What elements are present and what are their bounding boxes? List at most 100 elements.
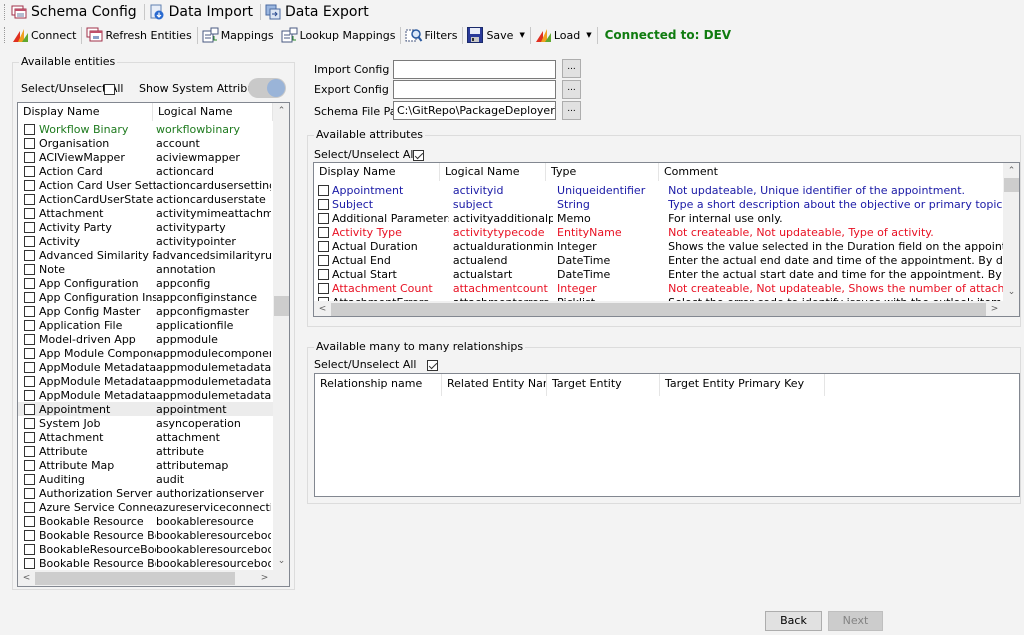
tab-data-import[interactable]: Data Import xyxy=(147,2,258,22)
entity-checkbox[interactable] xyxy=(24,291,35,303)
schema-file-browse-button[interactable]: ... xyxy=(562,101,581,120)
entity-checkbox[interactable] xyxy=(24,249,35,261)
attribute-checkbox[interactable] xyxy=(318,212,329,224)
entity-row[interactable]: AppModule Metadata As...appmodulemetadat… xyxy=(18,388,273,402)
entity-row[interactable]: Attribute Map attributemap xyxy=(18,458,273,472)
attribute-checkbox[interactable] xyxy=(318,226,329,238)
entity-checkbox[interactable] xyxy=(24,501,35,513)
entity-row[interactable]: Bookable Resource Book...bookableresourc… xyxy=(18,556,273,570)
entity-row[interactable]: Advanced Similarity Ruleadvancedsimilari… xyxy=(18,248,273,262)
entity-checkbox[interactable] xyxy=(24,431,35,443)
entity-checkbox[interactable] xyxy=(24,389,35,401)
entity-checkbox[interactable] xyxy=(24,333,35,345)
entity-checkbox[interactable] xyxy=(24,165,35,177)
entity-checkbox[interactable] xyxy=(24,305,35,317)
entity-checkbox[interactable] xyxy=(24,207,35,219)
attribute-checkbox[interactable] xyxy=(318,268,329,280)
scroll-left-icon[interactable]: < xyxy=(18,570,35,586)
entity-checkbox[interactable] xyxy=(24,403,35,415)
entity-checkbox[interactable] xyxy=(24,445,35,457)
column-header-display-name[interactable]: Display Name xyxy=(18,103,153,121)
column-header-display-name[interactable]: Display Name xyxy=(314,163,440,181)
attribute-row[interactable]: Appointment activityid Uniqueidentifier Not… xyxy=(314,183,1003,197)
entities-scroll-thumb[interactable] xyxy=(274,296,289,316)
entities-horizontal-scrollbar[interactable]: < > xyxy=(18,570,273,586)
scroll-down-icon[interactable]: ⌄ xyxy=(273,553,289,570)
entity-row[interactable]: Attachment activitymimeattachment xyxy=(18,206,273,220)
column-header-target-entity[interactable]: Target Entity xyxy=(547,374,660,396)
load-dropdown-button[interactable]: Load ▼ xyxy=(532,25,596,45)
filters-button[interactable]: Filters xyxy=(402,25,461,45)
entity-row[interactable]: Organisation account xyxy=(18,136,273,150)
entity-row[interactable]: Attachment attachment xyxy=(18,430,273,444)
entity-checkbox[interactable] xyxy=(24,487,35,499)
relationships-select-all-checkbox[interactable] xyxy=(427,359,438,371)
back-button[interactable]: Back xyxy=(765,611,822,631)
entity-checkbox[interactable] xyxy=(24,193,35,205)
tab-data-export[interactable]: Data Export xyxy=(263,2,374,22)
lookup-mappings-button[interactable]: Lookup Mappings xyxy=(278,25,400,45)
entity-checkbox[interactable] xyxy=(24,515,35,527)
attribute-row[interactable]: Actual Duration actualdurationminutes Inte… xyxy=(314,239,1003,253)
attribute-checkbox[interactable] xyxy=(318,198,329,210)
entity-row[interactable]: AppModule Metadata appmodulemetadata xyxy=(18,360,273,374)
column-header-relationship-name[interactable]: Relationship name xyxy=(315,374,442,396)
attribute-row[interactable]: Additional Parametersactivityadditionalp… xyxy=(314,211,1003,225)
column-header-related-entity-name[interactable]: Related Entity Name xyxy=(442,374,547,396)
scroll-left-icon[interactable]: < xyxy=(314,301,331,316)
schema-file-path-input[interactable]: C:\GitRepo\PackageDeployer\Referen xyxy=(393,101,556,120)
import-config-input[interactable] xyxy=(393,60,556,79)
entity-row[interactable]: App Module Componentappmodulecomponent xyxy=(18,346,273,360)
entity-checkbox[interactable] xyxy=(24,473,35,485)
column-header-type[interactable]: Type xyxy=(546,163,659,181)
attribute-row[interactable]: Activity Type activitytypecode EntityName N… xyxy=(314,225,1003,239)
connect-button[interactable]: Connect xyxy=(9,25,80,45)
attribute-row[interactable]: Actual End actualend DateTime Enter the act… xyxy=(314,253,1003,267)
export-config-browse-button[interactable]: ... xyxy=(562,80,581,99)
entity-row[interactable]: Authorization Server authorizationserver xyxy=(18,486,273,500)
export-config-input[interactable] xyxy=(393,80,556,99)
entity-row[interactable]: Action Card actioncard xyxy=(18,164,273,178)
refresh-entities-button[interactable]: Refresh Entities xyxy=(83,25,195,45)
entity-row[interactable]: Activity Party activityparty xyxy=(18,220,273,234)
next-button[interactable]: Next xyxy=(828,611,883,631)
scroll-right-icon[interactable]: > xyxy=(986,301,1003,316)
entity-checkbox[interactable] xyxy=(24,137,35,149)
entity-checkbox[interactable] xyxy=(24,361,35,373)
entity-checkbox[interactable] xyxy=(24,277,35,289)
entity-checkbox[interactable] xyxy=(24,347,35,359)
attribute-row[interactable]: Attachment Count attachmentcount Integer No… xyxy=(314,281,1003,295)
entity-checkbox[interactable] xyxy=(24,543,35,555)
entity-checkbox[interactable] xyxy=(24,319,35,331)
column-header-target-entity-primary-key[interactable]: Target Entity Primary Key xyxy=(660,374,825,396)
attributes-scroll-thumb[interactable] xyxy=(1004,178,1019,192)
import-config-browse-button[interactable]: ... xyxy=(562,59,581,78)
entity-checkbox[interactable] xyxy=(24,123,35,135)
entity-row[interactable]: Bookable Resource Book...bookableresourc… xyxy=(18,528,273,542)
entity-row[interactable]: BookableResourceBooki...bookableresource… xyxy=(18,542,273,556)
entity-row[interactable]: Activity activitypointer xyxy=(18,234,273,248)
entity-checkbox[interactable] xyxy=(24,221,35,233)
attributes-select-all-checkbox[interactable] xyxy=(412,149,424,161)
entity-row[interactable]: App Configuration appconfig xyxy=(18,276,273,290)
mappings-button[interactable]: Mappings xyxy=(199,25,278,45)
attributes-vertical-scrollbar[interactable]: ⌃ ⌄ xyxy=(1003,163,1019,301)
entities-hscroll-thumb[interactable] xyxy=(35,572,235,585)
entity-row[interactable]: Workflow Binary workflowbinary xyxy=(18,122,273,136)
attribute-checkbox[interactable] xyxy=(318,240,329,252)
entity-row[interactable]: ActionCardUserState actioncarduserstate xyxy=(18,192,273,206)
entity-checkbox[interactable] xyxy=(24,459,35,471)
toolbar-grip[interactable] xyxy=(4,27,7,43)
entity-checkbox[interactable] xyxy=(24,529,35,541)
entity-row[interactable]: Auditing audit xyxy=(18,472,273,486)
entity-row[interactable]: Application File applicationfile xyxy=(18,318,273,332)
attribute-row[interactable]: Actual Start actualstart DateTime Enter the… xyxy=(314,267,1003,281)
entity-row[interactable]: App Configuration Insta...appconfiginsta… xyxy=(18,290,273,304)
entity-row[interactable]: App Config Master appconfigmaster xyxy=(18,304,273,318)
scroll-right-icon[interactable]: > xyxy=(256,570,273,586)
entity-row[interactable]: System Job asyncoperation xyxy=(18,416,273,430)
entity-checkbox[interactable] xyxy=(24,235,35,247)
entity-checkbox[interactable] xyxy=(24,151,35,163)
attributes-hscroll-thumb[interactable] xyxy=(331,303,986,316)
entity-row[interactable]: ACIViewMapper aciviewmapper xyxy=(18,150,273,164)
